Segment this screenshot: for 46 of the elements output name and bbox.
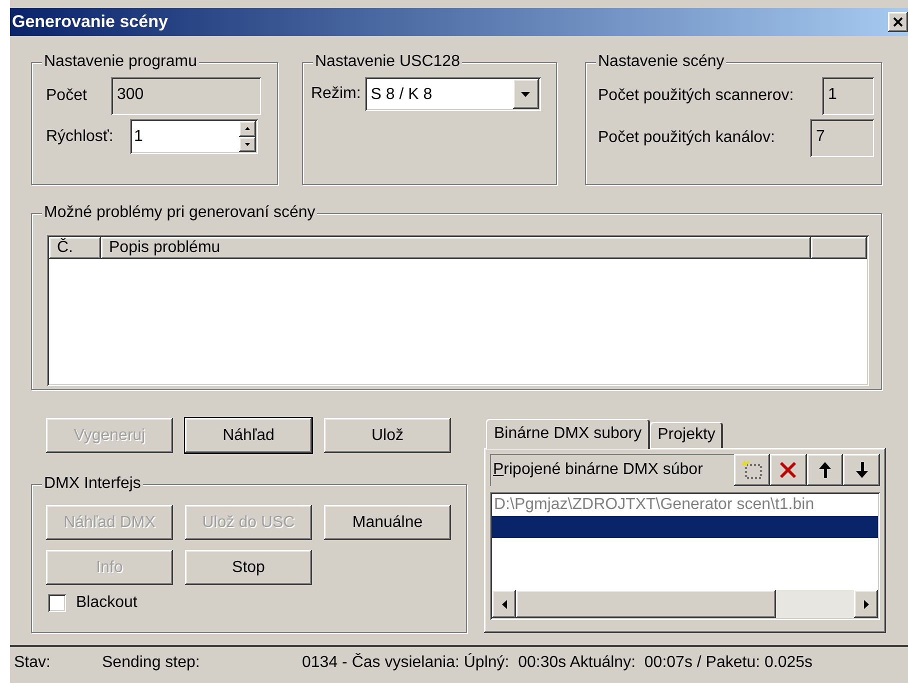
column-header[interactable] [811, 237, 867, 259]
speed-spinner[interactable]: 1 [130, 119, 258, 154]
text-field[interactable]: 7 [810, 119, 874, 157]
group-title: DMX Interfejs [42, 474, 143, 494]
new-file-button[interactable] [734, 454, 770, 486]
group-title: Možné problémy pri generovaní scény [42, 203, 318, 223]
text-field[interactable]: 300 [111, 77, 261, 115]
dialog-button[interactable]: Náhľad [185, 418, 312, 453]
horizontal-scrollbar[interactable] [492, 590, 878, 618]
arrow-up-icon [818, 461, 832, 479]
close-button[interactable] [888, 12, 908, 32]
scroll-thumb[interactable] [516, 590, 776, 618]
status-text: 0134 - Čas vysielania: Úplný: 00:30s Aktuálny: 00:07s / Paketu: 0.025s [302, 652, 813, 673]
spin-up-icon[interactable] [239, 121, 256, 136]
count-label: Počet [46, 86, 88, 106]
mode-dropdown[interactable]: S 8 / K 8 [364, 77, 541, 111]
new-file-icon [740, 460, 763, 480]
move-up-button[interactable] [806, 454, 844, 486]
checkbox[interactable] [48, 594, 66, 612]
mode-label: Režim: [311, 84, 361, 104]
checkbox-label: Blackout [76, 593, 138, 613]
dialog-button[interactable]: Ulož [324, 418, 451, 453]
tab[interactable]: Binárne DMX subory [486, 419, 650, 449]
delete-button[interactable] [770, 454, 807, 486]
dialog-button[interactable]: Stop [185, 550, 312, 585]
column-header[interactable]: Popis problému [101, 237, 811, 259]
group-title: Nastavenie scény [596, 52, 726, 72]
files-label: Pripojené binárne DMX súbor [490, 454, 734, 486]
arrow-down-icon [854, 461, 869, 479]
dialog-button[interactable]: Manuálne [324, 505, 451, 540]
close-icon [893, 17, 903, 27]
status-text: Sending step: [102, 653, 201, 673]
scanners-label: Počet použitých scannerov: [598, 86, 795, 106]
window-title: Generovanie scény [12, 11, 168, 34]
move-down-button[interactable] [843, 454, 880, 486]
status-text: Stav: [14, 653, 52, 673]
scroll-right-icon[interactable] [854, 590, 878, 618]
text-field[interactable]: 1 [822, 77, 874, 115]
group-title: Nastavenie programu [42, 52, 199, 72]
spin-down-icon[interactable] [239, 136, 256, 152]
delete-icon [779, 461, 798, 479]
scroll-left-icon[interactable] [492, 590, 516, 618]
column-header[interactable]: Č. [49, 237, 101, 259]
tab[interactable]: Projekty [650, 422, 724, 448]
speed-label: Rýchlosť: [46, 126, 114, 146]
channels-label: Počet použitých kanálov: [598, 128, 776, 148]
